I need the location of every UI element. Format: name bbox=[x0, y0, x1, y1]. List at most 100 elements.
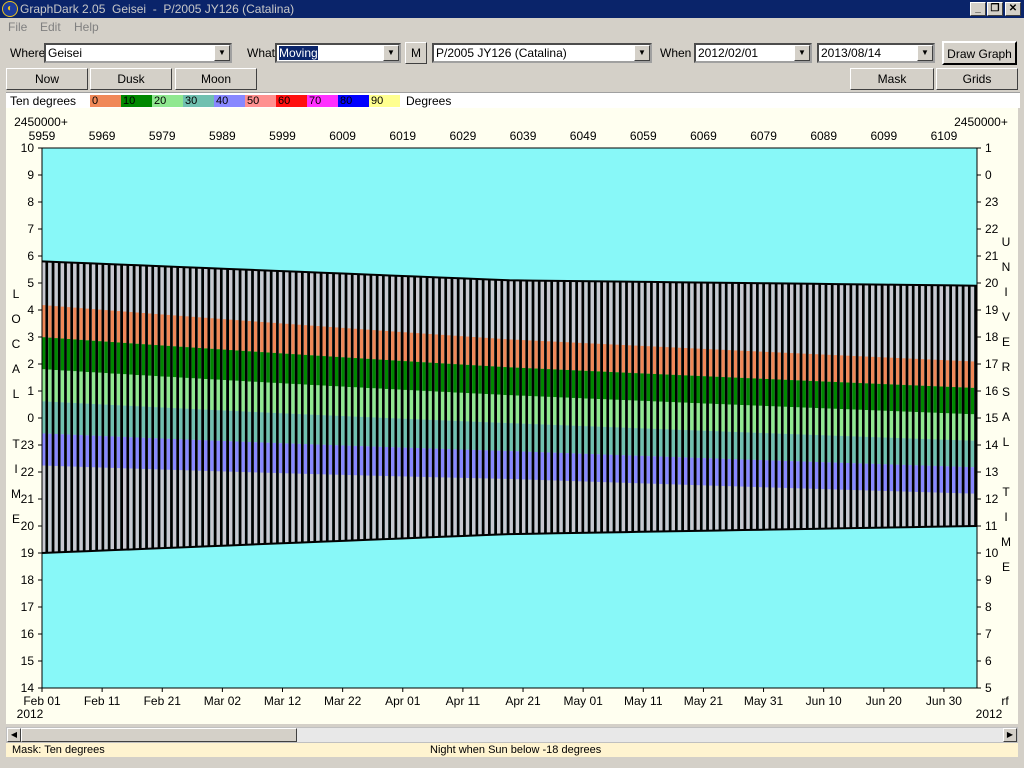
local-time-tick-label: 1 bbox=[27, 384, 34, 398]
altitude-band bbox=[627, 427, 632, 456]
dark-stripe bbox=[793, 283, 797, 530]
altitude-band bbox=[883, 464, 887, 491]
horizontal-scrollbar[interactable]: ◀ ▶ bbox=[6, 727, 1018, 743]
altitude-band bbox=[285, 353, 289, 384]
m-button[interactable]: M bbox=[405, 42, 427, 64]
menu-file[interactable]: File bbox=[8, 20, 27, 34]
legend-swatch: 70 bbox=[307, 95, 338, 107]
altitude-band bbox=[702, 348, 707, 377]
where-select[interactable]: Geisei ▼ bbox=[44, 43, 232, 63]
app-icon[interactable]: ◐ bbox=[2, 1, 18, 17]
altitude-band bbox=[690, 430, 694, 458]
window-title: GraphDark 2.05 Geisei - P/2005 JY126 (Ca… bbox=[20, 2, 295, 16]
legend-title: Ten degrees bbox=[10, 94, 77, 108]
dark-stripe bbox=[612, 281, 616, 533]
dark-stripe bbox=[251, 269, 254, 545]
chevron-down-icon[interactable]: ▼ bbox=[794, 45, 810, 61]
dark-stripe bbox=[113, 264, 117, 551]
altitude-band bbox=[752, 351, 757, 379]
altitude-band bbox=[827, 462, 831, 490]
scroll-right-icon[interactable]: ▶ bbox=[1003, 728, 1017, 742]
altitude-band bbox=[235, 320, 239, 351]
altitude-band bbox=[391, 360, 395, 390]
altitude-band bbox=[652, 373, 657, 402]
altitude-band bbox=[434, 334, 439, 364]
altitude-band bbox=[310, 355, 314, 385]
chevron-down-icon[interactable]: ▼ bbox=[634, 45, 650, 61]
altitude-band bbox=[453, 392, 457, 421]
altitude-band bbox=[54, 306, 58, 339]
altitude-band bbox=[316, 355, 320, 386]
jd-tick-label: 6049 bbox=[570, 129, 597, 143]
altitude-band bbox=[721, 349, 725, 378]
grids-button[interactable]: Grids bbox=[936, 68, 1018, 90]
ut-tick-label: 19 bbox=[985, 303, 999, 317]
altitude-band bbox=[858, 409, 862, 437]
altitude-band bbox=[359, 416, 364, 447]
dark-stripe bbox=[930, 285, 934, 527]
altitude-band bbox=[802, 380, 806, 408]
altitude-band bbox=[665, 456, 669, 485]
dark-stripe bbox=[899, 284, 903, 528]
altitude-band bbox=[646, 428, 651, 457]
altitude-band bbox=[821, 381, 825, 409]
altitude-band bbox=[945, 413, 950, 440]
altitude-band bbox=[752, 378, 757, 406]
local-time-tick-label: 7 bbox=[27, 222, 34, 236]
start-date-select[interactable]: 2012/02/01 ▼ bbox=[694, 43, 812, 63]
altitude-band bbox=[459, 392, 464, 422]
restore-button[interactable]: ❐ bbox=[987, 2, 1003, 16]
altitude-band bbox=[783, 460, 788, 488]
altitude-band bbox=[497, 422, 501, 451]
chevron-down-icon[interactable]: ▼ bbox=[917, 45, 933, 61]
altitude-band bbox=[384, 417, 389, 447]
altitude-band bbox=[933, 386, 937, 413]
draw-graph-button[interactable]: Draw Graph bbox=[942, 41, 1017, 65]
minimize-button[interactable]: _ bbox=[970, 2, 986, 16]
altitude-band bbox=[746, 378, 750, 406]
altitude-band bbox=[197, 409, 202, 441]
dark-stripe bbox=[737, 282, 741, 531]
object-select[interactable]: P/2005 JY126 (Catalina) ▼ bbox=[432, 43, 652, 63]
what-select[interactable]: Moving ▼ bbox=[275, 43, 401, 63]
altitude-band bbox=[914, 438, 919, 466]
scroll-thumb[interactable] bbox=[21, 728, 297, 742]
dark-stripe bbox=[338, 273, 342, 542]
chevron-down-icon[interactable]: ▼ bbox=[214, 45, 230, 61]
end-date-select[interactable]: 2013/08/14 ▼ bbox=[817, 43, 935, 63]
altitude-band bbox=[821, 435, 825, 463]
altitude-band bbox=[765, 406, 769, 434]
altitude-band bbox=[708, 458, 713, 486]
menu-edit[interactable]: Edit bbox=[40, 20, 61, 34]
altitude-band bbox=[553, 397, 557, 425]
right-axis-title-letter: V bbox=[1002, 310, 1010, 324]
local-time-tick-label: 9 bbox=[27, 168, 34, 182]
dusk-button[interactable]: Dusk bbox=[90, 68, 172, 90]
altitude-band bbox=[659, 456, 663, 484]
scroll-left-icon[interactable]: ◀ bbox=[7, 728, 21, 742]
right-axis-title-letter: R bbox=[1002, 360, 1011, 374]
altitude-band bbox=[952, 440, 956, 467]
altitude-band bbox=[60, 370, 65, 403]
altitude-band bbox=[216, 379, 220, 411]
altitude-band bbox=[933, 412, 937, 440]
now-button[interactable]: Now bbox=[6, 68, 88, 90]
altitude-band bbox=[497, 450, 501, 479]
altitude-band bbox=[241, 411, 245, 442]
altitude-band bbox=[808, 353, 813, 381]
ut-tick-label: 17 bbox=[985, 357, 999, 371]
menu-help[interactable]: Help bbox=[74, 20, 99, 34]
altitude-band bbox=[334, 356, 339, 387]
local-time-tick-label: 18 bbox=[21, 573, 35, 587]
mask-button[interactable]: Mask bbox=[850, 68, 934, 90]
altitude-band bbox=[191, 316, 196, 348]
altitude-band bbox=[440, 420, 445, 449]
close-button[interactable]: ✕ bbox=[1005, 2, 1021, 16]
chevron-down-icon[interactable]: ▼ bbox=[383, 45, 399, 61]
altitude-band bbox=[902, 411, 906, 439]
where-value: Geisei bbox=[48, 46, 83, 60]
moon-button[interactable]: Moon bbox=[175, 68, 257, 90]
altitude-band bbox=[484, 337, 488, 366]
altitude-band bbox=[490, 450, 495, 479]
altitude-band bbox=[472, 393, 476, 422]
